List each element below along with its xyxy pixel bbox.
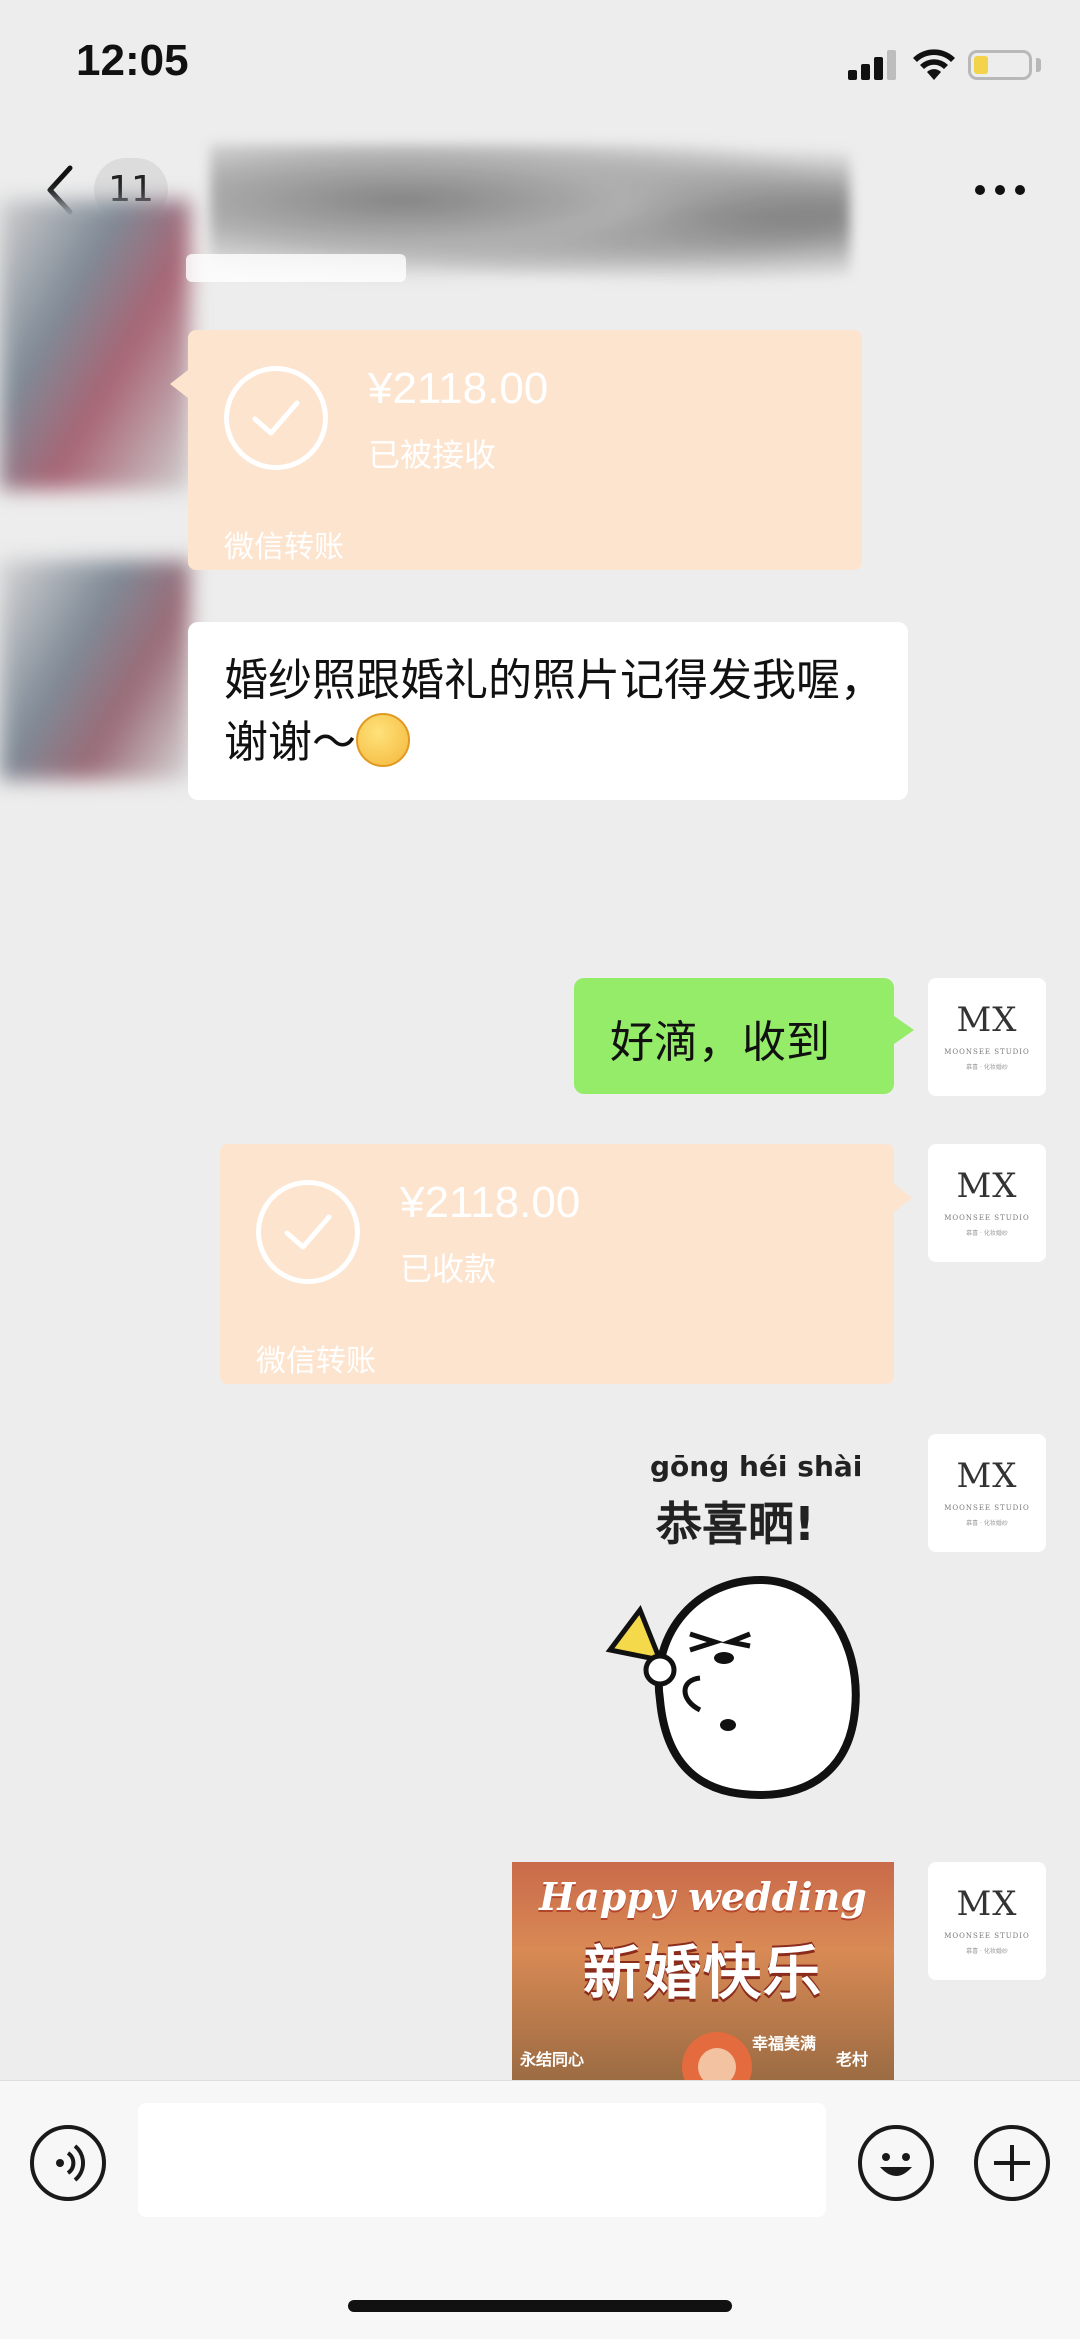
- avatar[interactable]: MX MOONSEE STUDIO 慕喜 · 化妆婚纱: [928, 1862, 1046, 1980]
- redacted-snippet: [186, 254, 406, 282]
- wedding-caption-mid: 幸福美满: [752, 2034, 817, 2053]
- transfer-status: 已被接收: [368, 436, 497, 474]
- sticker-pinyin: gōng héi shài: [650, 1450, 863, 1483]
- wedding-caption-left: 永结同心: [520, 2050, 585, 2069]
- wifi-icon: [913, 49, 955, 80]
- sticker-text: 恭喜晒!: [656, 1497, 815, 1551]
- battery-nub: [1036, 58, 1041, 72]
- smiley-icon: [880, 2153, 912, 2176]
- battery-icon: [968, 50, 1032, 80]
- sticker-message[interactable]: gōng héi shài 恭喜晒!: [600, 1430, 880, 1810]
- avatar[interactable]: MX MOONSEE STUDIO 慕喜 · 化妆婚纱: [928, 1144, 1046, 1262]
- avatar[interactable]: MX MOONSEE STUDIO 慕喜 · 化妆婚纱: [928, 978, 1046, 1096]
- ghost-sticker-icon: [605, 1575, 860, 1800]
- incoming-text-bubble[interactable]: 婚纱照跟婚礼的照片记得发我喔，谢谢～: [188, 622, 908, 800]
- signal-icon: [848, 50, 896, 80]
- wedding-image-message[interactable]: Happy wedding 新婚快乐 永结同心 幸福美满 老村: [512, 1862, 894, 2082]
- status-time: 12:05: [76, 36, 189, 85]
- outgoing-transfer-card[interactable]: ¥2118.00 已收款 微信转账: [220, 1144, 912, 1384]
- transfer-footer: 微信转账: [256, 1344, 376, 1379]
- message-input[interactable]: [138, 2103, 826, 2217]
- more-actions-button[interactable]: [974, 2125, 1050, 2201]
- plus-icon: [994, 2145, 1030, 2181]
- cartoon-face: [698, 2048, 736, 2082]
- transfer-status: 已收款: [400, 1250, 497, 1288]
- outgoing-text-bubble[interactable]: 好滴，收到: [574, 978, 914, 1094]
- incoming-text: 婚纱照跟婚礼的照片记得发我喔，谢谢～: [224, 655, 884, 768]
- transfer-amount: ¥2118.00: [400, 1178, 581, 1227]
- smile-emoji-icon: [356, 713, 410, 767]
- contact-avatar-redacted[interactable]: [0, 560, 190, 780]
- check-circle-icon: [256, 1180, 360, 1284]
- incoming-transfer-card[interactable]: ¥2118.00 已被接收 微信转账: [170, 330, 862, 570]
- voice-input-button[interactable]: [30, 2125, 106, 2201]
- check-circle-icon: [224, 366, 328, 470]
- status-bar: 12:05: [0, 0, 1080, 130]
- home-indicator: [348, 2300, 732, 2312]
- voice-icon: [56, 2144, 86, 2182]
- emoji-button[interactable]: [858, 2125, 934, 2201]
- transfer-footer: 微信转账: [224, 530, 344, 565]
- outgoing-text: 好滴，收到: [610, 1017, 830, 1068]
- transfer-amount: ¥2118.00: [368, 364, 549, 413]
- wedding-title-cn: 新婚快乐: [582, 1939, 823, 2007]
- more-options-icon[interactable]: [972, 180, 1028, 200]
- avatar[interactable]: MX MOONSEE STUDIO 慕喜 · 化妆婚纱: [928, 1434, 1046, 1552]
- wedding-title-en: Happy wedding: [539, 1874, 867, 1919]
- wedding-caption-right: 老村: [836, 2050, 869, 2069]
- contact-avatar-redacted[interactable]: [0, 200, 190, 490]
